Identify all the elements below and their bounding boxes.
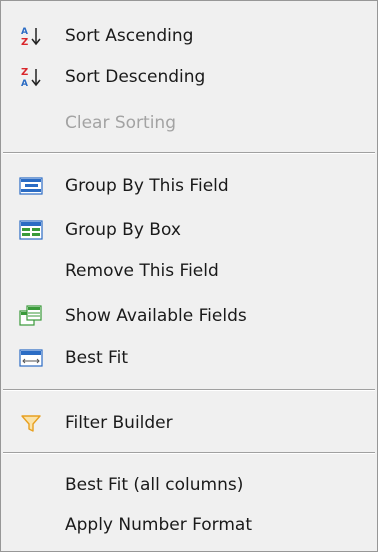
group-by-field-icon: [19, 175, 45, 197]
menu-item-label: Filter Builder: [65, 413, 173, 433]
context-menu: A Z Sort Ascending Z A Sort Descending C…: [0, 0, 378, 552]
menu-item-label: Best Fit (all columns): [65, 475, 244, 495]
svg-text:Z: Z: [21, 67, 28, 78]
menu-separator: [3, 152, 375, 154]
menu-item-remove-this-field[interactable]: Remove This Field: [1, 251, 377, 291]
sort-descending-icon: Z A: [19, 66, 45, 88]
menu-item-show-available-fields[interactable]: Show Available Fields: [1, 296, 377, 336]
show-fields-icon: [19, 305, 45, 327]
menu-item-label: Sort Descending: [65, 67, 206, 87]
menu-item-label: Sort Ascending: [65, 26, 194, 46]
menu-item-apply-number-format[interactable]: Apply Number Format: [1, 505, 377, 545]
menu-item-clear-sorting: Clear Sorting: [1, 103, 377, 143]
filter-icon: [19, 412, 45, 434]
menu-item-sort-ascending[interactable]: A Z Sort Ascending: [1, 16, 377, 56]
menu-item-group-by-box[interactable]: Group By Box: [1, 210, 377, 250]
menu-item-sort-descending[interactable]: Z A Sort Descending: [1, 57, 377, 97]
menu-item-label: Group By This Field: [65, 176, 229, 196]
menu-item-label: Group By Box: [65, 220, 181, 240]
menu-item-label: Remove This Field: [65, 261, 219, 281]
menu-item-filter-builder[interactable]: Filter Builder: [1, 403, 377, 443]
menu-item-best-fit-all-columns[interactable]: Best Fit (all columns): [1, 465, 377, 505]
best-fit-icon: [19, 347, 45, 369]
svg-text:Z: Z: [21, 37, 28, 47]
menu-item-label: Best Fit: [65, 348, 128, 368]
menu-item-label: Clear Sorting: [65, 113, 176, 133]
menu-item-label: Show Available Fields: [65, 306, 247, 326]
group-by-box-icon: [19, 219, 45, 241]
svg-text:A: A: [21, 79, 28, 88]
svg-text:A: A: [21, 27, 28, 37]
menu-item-best-fit[interactable]: Best Fit: [1, 338, 377, 378]
sort-ascending-icon: A Z: [19, 25, 45, 47]
menu-separator: [3, 452, 375, 454]
menu-item-label: Apply Number Format: [65, 515, 252, 535]
menu-item-group-by-this-field[interactable]: Group By This Field: [1, 166, 377, 206]
menu-separator: [3, 389, 375, 391]
